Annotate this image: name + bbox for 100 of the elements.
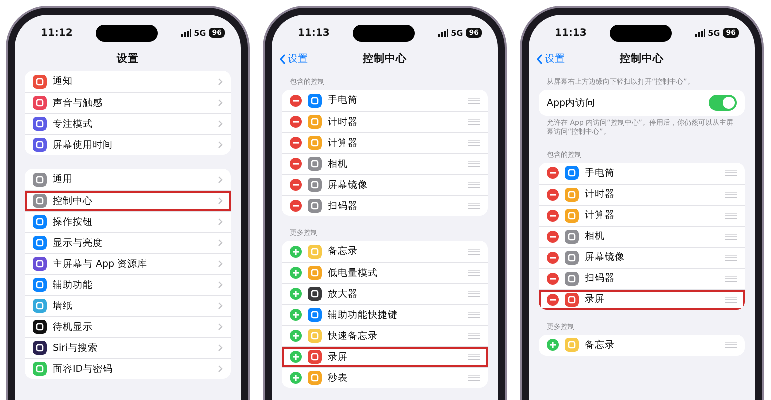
settings-row[interactable]: 主屏幕与 App 资源库 xyxy=(25,253,231,274)
remove-button[interactable] xyxy=(290,200,302,212)
settings-row[interactable]: 辅助功能快捷键 xyxy=(282,304,488,325)
chevron-icon[interactable] xyxy=(218,197,223,205)
drag-handle-icon[interactable] xyxy=(468,270,480,276)
settings-row[interactable]: 计时器 xyxy=(539,184,745,205)
drag-handle-icon[interactable] xyxy=(468,119,480,125)
drag-handle-icon[interactable] xyxy=(468,354,480,360)
remove-button[interactable] xyxy=(547,294,559,306)
drag-handle-icon[interactable] xyxy=(468,312,480,318)
drag-handle-icon[interactable] xyxy=(468,333,480,339)
settings-row[interactable]: 计算器 xyxy=(282,132,488,153)
add-button[interactable] xyxy=(290,246,302,258)
settings-row[interactable]: 录屏 xyxy=(282,346,488,367)
chevron-icon[interactable] xyxy=(218,302,223,310)
settings-row[interactable]: 待机显示 xyxy=(25,316,231,337)
settings-row[interactable]: 屏幕镜像 xyxy=(282,174,488,195)
add-button[interactable] xyxy=(290,267,302,279)
chevron-icon[interactable] xyxy=(218,78,223,86)
settings-row[interactable]: 低电量模式 xyxy=(282,262,488,283)
settings-row[interactable]: 扫码器 xyxy=(539,268,745,289)
status-time: 11:13 xyxy=(298,28,330,38)
chevron-icon[interactable] xyxy=(218,239,223,247)
settings-row[interactable]: 声音与触感 xyxy=(25,92,231,113)
drag-handle-icon[interactable] xyxy=(468,161,480,167)
drag-handle-icon[interactable] xyxy=(468,140,480,146)
settings-row[interactable]: 屏幕镜像 xyxy=(539,246,745,268)
settings-row[interactable]: 扫码器 xyxy=(282,195,488,216)
chevron-icon[interactable] xyxy=(218,120,223,128)
drag-handle-icon[interactable] xyxy=(725,342,737,348)
remove-button[interactable] xyxy=(290,158,302,170)
add-button[interactable] xyxy=(290,288,302,300)
settings-row[interactable]: 备忘录 xyxy=(282,241,488,262)
drag-handle-icon[interactable] xyxy=(468,182,480,188)
chevron-icon[interactable] xyxy=(218,281,223,289)
drag-handle-icon[interactable] xyxy=(725,276,737,282)
chevron-icon[interactable] xyxy=(218,365,223,373)
settings-row[interactable]: 通用 xyxy=(25,169,231,190)
chevron-icon[interactable] xyxy=(218,344,223,352)
settings-row[interactable]: App内访问 xyxy=(539,90,745,116)
settings-row[interactable]: 操作按钮 xyxy=(25,211,231,232)
row-label: 显示与亮度 xyxy=(53,236,104,250)
drag-handle-icon[interactable] xyxy=(468,98,480,104)
add-button[interactable] xyxy=(290,330,302,342)
settings-row[interactable]: 相机 xyxy=(539,226,745,247)
back-button[interactable]: 设置 xyxy=(280,52,308,66)
remove-button[interactable] xyxy=(547,167,559,180)
remove-button[interactable] xyxy=(290,116,302,128)
drag-handle-icon[interactable] xyxy=(725,170,737,176)
drag-handle-icon[interactable] xyxy=(725,192,737,198)
remove-button[interactable] xyxy=(547,272,559,285)
settings-row[interactable]: 计算器 xyxy=(539,204,745,226)
settings-row[interactable]: 秒表 xyxy=(282,367,488,388)
settings-row[interactable]: 面容ID与密码 xyxy=(25,358,231,379)
drag-handle-icon[interactable] xyxy=(725,212,737,219)
settings-row[interactable]: 墙纸 xyxy=(25,295,231,316)
chevron-icon[interactable] xyxy=(218,260,223,268)
chevron-icon[interactable] xyxy=(218,323,223,331)
settings-row[interactable]: 计时器 xyxy=(282,111,488,132)
add-button[interactable] xyxy=(547,339,559,352)
toggle-switch[interactable] xyxy=(709,95,737,111)
chevron-icon[interactable] xyxy=(218,99,223,107)
remove-button[interactable] xyxy=(547,252,559,264)
settings-row[interactable]: 辅助功能 xyxy=(25,274,231,295)
add-button[interactable] xyxy=(290,372,302,384)
settings-row[interactable]: Siri与搜索 xyxy=(25,337,231,358)
remove-button[interactable] xyxy=(290,137,302,149)
settings-row[interactable]: 快速备忘录 xyxy=(282,325,488,346)
remove-button[interactable] xyxy=(547,188,559,201)
drag-handle-icon[interactable] xyxy=(725,254,737,261)
settings-row[interactable]: 放大器 xyxy=(282,283,488,304)
settings-row[interactable]: 屏幕使用时间 xyxy=(25,134,231,155)
settings-row[interactable]: 显示与亮度 xyxy=(25,232,231,253)
add-button[interactable] xyxy=(290,309,302,321)
network-label: 5G xyxy=(708,28,720,38)
back-button[interactable]: 设置 xyxy=(537,52,565,66)
remove-button[interactable] xyxy=(547,210,559,222)
add-button[interactable] xyxy=(290,351,302,363)
chevron-icon[interactable] xyxy=(218,176,223,184)
drag-handle-icon[interactable] xyxy=(468,248,480,254)
drag-handle-icon[interactable] xyxy=(468,203,480,209)
settings-row[interactable]: 相机 xyxy=(282,153,488,174)
settings-row[interactable]: 通知 xyxy=(25,71,231,92)
chevron-icon[interactable] xyxy=(218,218,223,226)
chevron-icon[interactable] xyxy=(218,141,223,149)
settings-row[interactable]: 备忘录 xyxy=(539,334,745,356)
settings-row[interactable]: 录屏 xyxy=(539,288,745,310)
settings-row[interactable]: 手电筒 xyxy=(539,162,745,184)
drag-handle-icon[interactable] xyxy=(468,291,480,297)
row-label: 面容ID与密码 xyxy=(53,362,114,376)
remove-button[interactable] xyxy=(290,94,302,106)
row-label: 屏幕镜像 xyxy=(328,178,369,192)
drag-handle-icon[interactable] xyxy=(468,375,480,381)
remove-button[interactable] xyxy=(290,179,302,191)
settings-row[interactable]: 专注模式 xyxy=(25,113,231,134)
remove-button[interactable] xyxy=(547,230,559,243)
drag-handle-icon[interactable] xyxy=(725,234,737,240)
settings-row[interactable]: 手电筒 xyxy=(282,90,488,111)
settings-row[interactable]: 控制中心 xyxy=(25,190,231,211)
drag-handle-icon[interactable] xyxy=(725,296,737,303)
